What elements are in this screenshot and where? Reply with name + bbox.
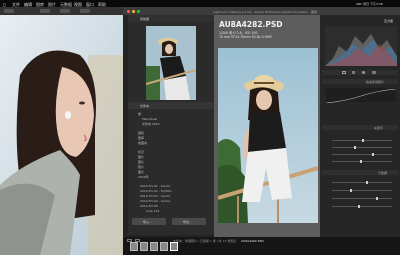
collection-item[interactable]: 2019-FO-04 - Canon (140, 199, 170, 203)
collection-item[interactable]: 2019-FO-03 - Canon (140, 194, 170, 198)
keywords-label: 关键字 (374, 126, 384, 130)
minimize-window-icon[interactable] (132, 9, 135, 13)
folder-item[interactable]: 文件夹 2019 (142, 122, 160, 126)
filmstrip-path: 文件夹：整理照片 / 已选择 1 张 / 共 17 张照片 (173, 239, 237, 243)
folder-item[interactable]: 收藏夹 (138, 141, 147, 145)
slider-knob[interactable] (362, 139, 364, 142)
folder-item[interactable]: 相机 (138, 131, 144, 135)
filmstrip-thumbnail[interactable] (160, 242, 168, 251)
navigator-header[interactable]: 导航器 (128, 15, 214, 22)
apple-icon[interactable]:  (3, 2, 5, 7)
export-label: 导出... (183, 220, 192, 224)
folders-label: 文件夹 (140, 104, 150, 108)
tone-curve[interactable] (325, 88, 397, 104)
portrait-photo-closeup (0, 15, 123, 255)
filmstrip-thumbnail[interactable] (150, 242, 158, 251)
histogram-label: 直方图 (384, 19, 394, 23)
tone-curve-graph (325, 88, 397, 104)
folder-item[interactable]: 标记 (138, 150, 144, 154)
navigator-preview[interactable] (146, 26, 196, 100)
window-title: Lightroom Catalog-2.lrcat - Adobe Photos… (213, 9, 318, 14)
toolbar-button[interactable] (80, 9, 90, 13)
filmstrip-thumbnail[interactable] (130, 242, 138, 251)
filmstrip-thumbnail[interactable] (140, 242, 148, 251)
histogram-graph (325, 34, 397, 66)
slider-track[interactable] (332, 197, 392, 200)
slider-track[interactable] (332, 189, 392, 192)
quick-develop-header[interactable]: 快速修改照片 (322, 79, 398, 84)
filmstrip-thumbnail-selected[interactable] (170, 242, 178, 251)
photo-lens: 70 mm EF24-70mm f/2.8L II USM (219, 35, 272, 39)
toolbar-button[interactable] (4, 9, 14, 13)
collection-item[interactable]: 2019-FO-02 - Fujifilm (140, 189, 172, 193)
collection-item[interactable]: 2019-FO-05 (140, 204, 158, 208)
folder-item[interactable]: 图片 (138, 155, 144, 159)
photo-info-overlay: AU8A4282.PSD 1/200 秒 f/ 2.8，ISO 100 70 m… (219, 20, 319, 50)
slider-knob[interactable] (376, 197, 378, 200)
slider-knob[interactable] (358, 205, 360, 208)
close-window-icon[interactable] (127, 9, 130, 13)
crop-tool-icon[interactable] (342, 71, 346, 74)
filmstrip-current-file: AU8A4282.PSD (241, 239, 264, 243)
slider-knob[interactable] (350, 189, 352, 192)
folder-item[interactable]: Macintosh (142, 117, 157, 121)
slider-knob[interactable] (366, 181, 368, 184)
export-button[interactable]: 导出... (172, 218, 206, 225)
histogram (325, 26, 397, 66)
left-toolbar (0, 7, 123, 15)
folder-item[interactable]: 图库 (138, 136, 144, 140)
collection-item[interactable]: 2019-FO-01 - Canon (140, 184, 170, 188)
quick-develop-label: 快速修改照片 (366, 80, 385, 84)
folder-item[interactable]: 2020年 (138, 175, 149, 179)
navigator-label: 导航器 (140, 17, 150, 21)
zoom-window-icon[interactable] (137, 9, 140, 13)
metadata-header[interactable]: 元数据 (322, 170, 398, 175)
slider-knob[interactable] (360, 160, 362, 163)
metadata-label: 元数据 (378, 171, 388, 175)
import-label: 导入... (143, 220, 152, 224)
folder-item[interactable]: 照片 (138, 165, 144, 169)
import-button[interactable]: 导入... (132, 218, 166, 225)
menu-bar:  文件 编辑 图库 照片 元数据 视图 窗口 帮助 ABC 周日 下午3:58 (0, 0, 400, 7)
slider-track[interactable] (332, 146, 392, 149)
folder-item[interactable]: 卷 (138, 112, 141, 116)
spot-removal-icon[interactable] (352, 71, 355, 74)
status-clock: ABC 周日 下午3:58 (356, 2, 383, 6)
slider-track[interactable] (332, 160, 392, 163)
keywords-header[interactable]: 关键字 (322, 125, 398, 130)
toolbar-button[interactable] (60, 9, 70, 13)
collection-item[interactable]: Cuts 101 (146, 209, 159, 213)
slider-knob[interactable] (354, 146, 356, 149)
slider-track[interactable] (332, 153, 392, 156)
toolstrip (322, 70, 398, 75)
folder-item[interactable]: 图片 (138, 170, 144, 174)
main-photo-illustration (218, 48, 318, 223)
red-eye-icon[interactable] (362, 71, 365, 74)
main-photo[interactable] (218, 48, 318, 223)
slider-track[interactable] (332, 205, 392, 208)
folders-header[interactable]: 文件夹 (128, 102, 214, 109)
toolbar-button[interactable] (40, 9, 50, 13)
navigator-thumbnail (146, 26, 196, 100)
slider-track[interactable] (332, 139, 392, 142)
graduated-filter-icon[interactable] (372, 71, 376, 74)
photo-filename: AU8A4282.PSD (219, 20, 283, 29)
folder-item[interactable]: 图片 (138, 160, 144, 164)
window-titlebar: Lightroom Catalog-2.lrcat - Adobe Photos… (123, 7, 400, 15)
portrait-illustration (0, 15, 123, 255)
slider-knob[interactable] (372, 153, 374, 156)
slider-track[interactable] (332, 181, 392, 184)
